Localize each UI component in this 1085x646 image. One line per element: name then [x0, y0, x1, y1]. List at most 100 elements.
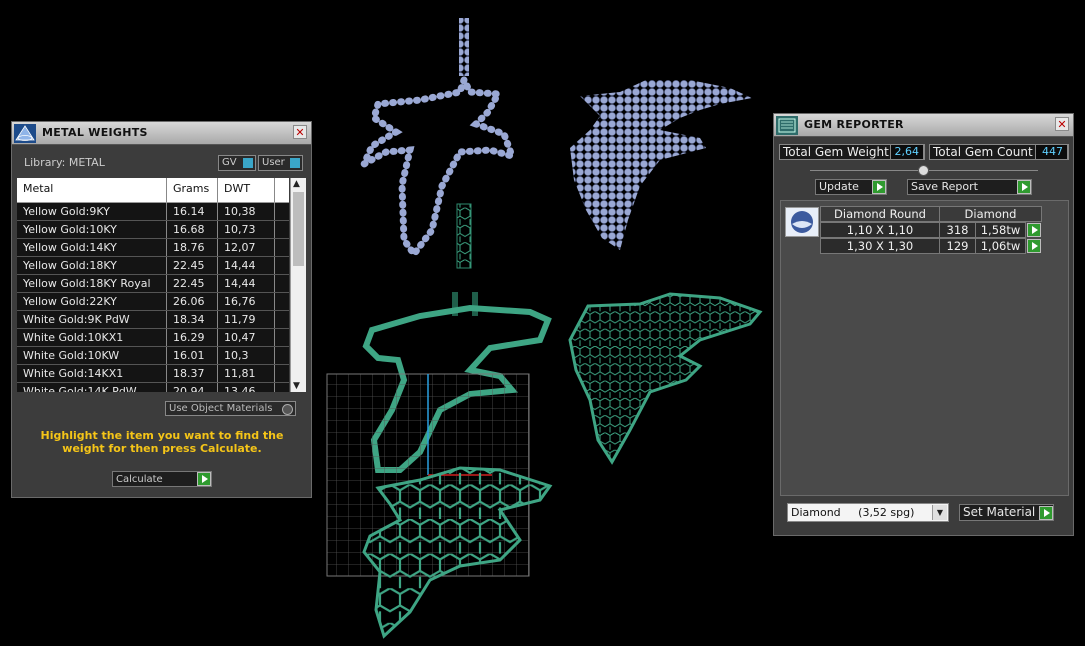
radio-icon — [282, 404, 293, 415]
table-row[interactable]: White Gold:10KX1 16.29 10,47 — [17, 329, 289, 347]
set-material-play-icon — [1039, 506, 1053, 520]
metal-table-scrollbar[interactable]: ▲ ▼ — [290, 178, 306, 392]
metal-name-cell: Yellow Gold:22KY — [17, 293, 167, 310]
gem-weight-cell: 1,58tw — [975, 222, 1026, 238]
spacer-cell — [275, 239, 289, 256]
dwt-cell: 11,79 — [218, 311, 275, 328]
gem-row-play-icon[interactable] — [1027, 239, 1041, 253]
grams-cell: 18.34 — [167, 311, 218, 328]
metal-weights-panel: METAL WEIGHTS ✕ Library: METAL GV User M… — [11, 121, 312, 498]
metal-weights-logo-icon — [14, 124, 36, 143]
dwt-cell: 10,38 — [218, 203, 275, 220]
column-header-grams[interactable]: Grams — [167, 178, 218, 202]
calculate-label: Calculate — [116, 474, 163, 485]
table-row[interactable]: Yellow Gold:18KY Royal 22.45 14,44 — [17, 275, 289, 293]
spacer-cell — [275, 383, 289, 392]
spacer-cell — [275, 347, 289, 364]
update-play-icon — [872, 180, 886, 194]
gv-toggle-indicator-icon — [243, 158, 253, 168]
spacer-cell — [275, 293, 289, 310]
dwt-cell: 14,44 — [218, 257, 275, 274]
table-row[interactable]: Yellow Gold:14KY 18.76 12,07 — [17, 239, 289, 257]
gv-toggle[interactable]: GV — [218, 155, 256, 171]
metal-weights-titlebar[interactable]: METAL WEIGHTS ✕ — [12, 122, 311, 145]
metal-name-cell: White Gold:14K PdW — [17, 383, 167, 392]
set-material-button[interactable]: Set Material — [959, 504, 1054, 521]
update-button[interactable]: Update — [815, 179, 887, 195]
save-report-button[interactable]: Save Report — [907, 179, 1032, 195]
grams-cell: 16.68 — [167, 221, 218, 238]
dwt-cell: 10,73 — [218, 221, 275, 238]
gem-weight-cell: 1,06tw — [975, 238, 1026, 254]
dwt-cell: 16,76 — [218, 293, 275, 310]
spacer-cell — [275, 311, 289, 328]
set-material-label: Set Material — [963, 505, 1036, 519]
grams-cell: 18.76 — [167, 239, 218, 256]
update-label: Update — [819, 180, 859, 193]
gem-size-cell: 1,30 X 1,30 — [820, 238, 940, 254]
gem-reporter-logo-icon — [776, 116, 798, 135]
metal-name-cell: Yellow Gold:10KY — [17, 221, 167, 238]
chevron-down-icon[interactable]: ▼ — [932, 505, 947, 520]
column-header-spacer — [275, 178, 289, 202]
metal-name-cell: Yellow Gold:18KY — [17, 257, 167, 274]
total-gem-weight-box: Total Gem Weight 2,64 — [779, 144, 925, 160]
scrollbar-thumb[interactable] — [293, 192, 304, 266]
grams-cell: 22.45 — [167, 275, 218, 292]
grid-plane-icon — [326, 373, 553, 639]
calculate-button[interactable]: Calculate — [112, 471, 212, 487]
table-row[interactable]: White Gold:14KX1 18.37 11,81 — [17, 365, 289, 383]
gem-thumbnail-icon[interactable] — [785, 207, 819, 237]
calculate-play-icon — [197, 472, 211, 486]
table-row[interactable]: White Gold:9K PdW 18.34 11,79 — [17, 311, 289, 329]
grams-cell: 16.14 — [167, 203, 218, 220]
table-row[interactable]: Yellow Gold:9KY 16.14 10,38 — [17, 203, 289, 221]
dwt-cell: 10,47 — [218, 329, 275, 346]
table-row[interactable]: Yellow Gold:10KY 16.68 10,73 — [17, 221, 289, 239]
grams-cell: 20.94 — [167, 383, 218, 392]
metal-table-body: Yellow Gold:9KY 16.14 10,38 Yellow Gold:10K… — [17, 203, 289, 392]
save-report-label: Save Report — [911, 180, 978, 193]
metal-weights-title: METAL WEIGHTS — [42, 126, 148, 139]
table-row[interactable]: White Gold:14K PdW 20.94 13,46 — [17, 383, 289, 392]
table-row[interactable]: Yellow Gold:18KY 22.45 14,44 — [17, 257, 289, 275]
metal-name-cell: White Gold:10KX1 — [17, 329, 167, 346]
user-toggle[interactable]: User — [258, 155, 303, 171]
scroll-up-icon[interactable]: ▲ — [293, 179, 300, 189]
save-report-play-icon — [1017, 180, 1031, 194]
total-gem-count-value: 447 — [1035, 144, 1068, 160]
total-gem-weight-label: Total Gem Weight — [783, 145, 889, 159]
metal-name-cell: White Gold:9K PdW — [17, 311, 167, 328]
use-object-materials-toggle[interactable]: Use Object Materials — [165, 401, 296, 416]
column-header-dwt[interactable]: DWT — [218, 178, 275, 202]
gem-count-cell: 318 — [939, 222, 976, 238]
grams-cell: 18.37 — [167, 365, 218, 382]
metal-table-header: Metal Grams DWT — [17, 178, 289, 203]
collapse-toggle-icon[interactable] — [918, 165, 929, 176]
spacer-cell — [275, 275, 289, 292]
total-gem-weight-value: 2,64 — [890, 144, 924, 160]
library-label: Library: METAL — [24, 156, 105, 169]
gem-size-cell: 1,10 X 1,10 — [820, 222, 940, 238]
use-object-materials-label: Use Object Materials — [169, 403, 273, 414]
gem-reporter-titlebar[interactable]: GEM REPORTER ✕ — [774, 114, 1073, 137]
dwt-cell: 13,46 — [218, 383, 275, 392]
dwt-cell: 12,07 — [218, 239, 275, 256]
material-select[interactable]: Diamond (3,52 spg) ▼ — [787, 503, 949, 522]
dwt-cell: 14,44 — [218, 275, 275, 292]
spacer-cell — [275, 365, 289, 382]
metal-name-cell: White Gold:14KX1 — [17, 365, 167, 382]
user-toggle-label: User — [262, 157, 285, 168]
gem-row-play-icon[interactable] — [1027, 223, 1041, 237]
total-gem-count-box: Total Gem Count 447 — [929, 144, 1069, 160]
gem-layout-icon — [356, 18, 752, 260]
scroll-down-icon[interactable]: ▼ — [293, 381, 300, 391]
gv-toggle-label: GV — [222, 157, 237, 168]
table-row[interactable]: White Gold:10KW 16.01 10,3 — [17, 347, 289, 365]
column-header-metal[interactable]: Metal — [17, 178, 167, 202]
gem-reporter-close-button[interactable]: ✕ — [1055, 117, 1069, 131]
table-row[interactable]: Yellow Gold:22KY 26.06 16,76 — [17, 293, 289, 311]
totals-row: Total Gem Weight 2,64 Total Gem Count 44… — [779, 144, 1069, 160]
metal-weights-close-button[interactable]: ✕ — [293, 125, 307, 139]
gem-shape-header: Diamond Round — [820, 206, 940, 222]
